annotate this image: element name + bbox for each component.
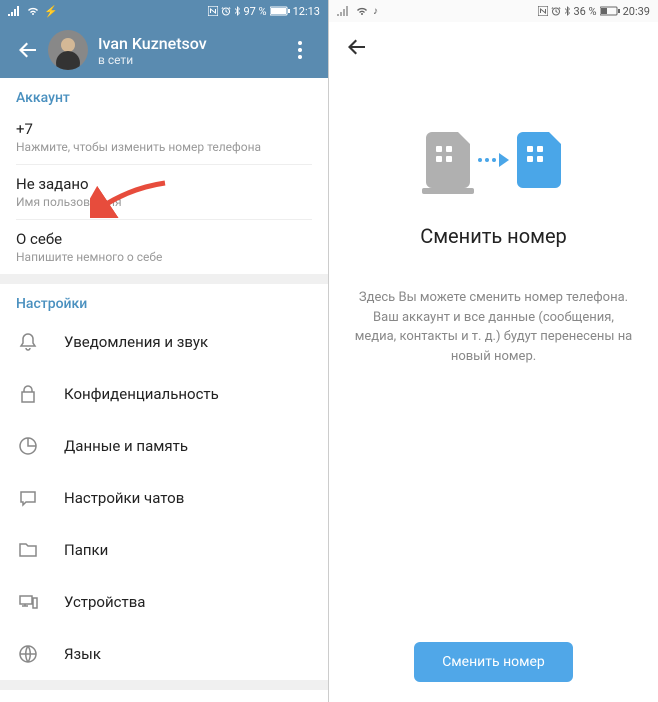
settings-label: Устройства	[64, 593, 145, 611]
about-subtitle: Напишите немного о себе	[16, 250, 312, 264]
bell-icon	[16, 330, 40, 354]
bluetooth-icon	[234, 6, 240, 16]
section-settings-title: Настройки	[0, 284, 328, 316]
battery-icon	[600, 6, 620, 16]
section-help-title: Помощь	[0, 690, 328, 702]
time: 20:39	[623, 5, 650, 18]
change-number-button[interactable]: Сменить номер	[414, 642, 573, 682]
settings-label: Данные и память	[64, 437, 188, 455]
statusbar: ♪ 36 % 20:39	[329, 0, 658, 22]
sim-new-icon	[517, 132, 561, 188]
phone-value: +7	[16, 120, 312, 138]
settings-devices[interactable]: Устройства	[0, 576, 328, 628]
profile-name: Ivan Kuznetsov	[98, 34, 280, 53]
statusbar: ⚡ 97 % 12:13	[0, 0, 328, 22]
chat-icon	[16, 486, 40, 510]
username-item[interactable]: Не задано Имя пользователя	[0, 165, 328, 219]
sim-old-icon	[426, 132, 470, 188]
back-button[interactable]	[337, 27, 377, 67]
time: 12:13	[293, 5, 320, 18]
transfer-arrow-icon	[478, 153, 509, 167]
wifi-icon	[26, 6, 40, 16]
header	[329, 22, 658, 72]
settings-label: Настройки чатов	[64, 489, 184, 507]
battery-percent: 36 %	[573, 5, 596, 18]
settings-language[interactable]: Язык	[0, 628, 328, 680]
avatar[interactable]	[48, 30, 88, 70]
battery-percent: 97 %	[243, 5, 266, 18]
wifi-icon	[355, 6, 369, 16]
lock-icon	[16, 382, 40, 406]
about-value: О себе	[16, 230, 312, 248]
phone-item[interactable]: +7 Нажмите, чтобы изменить номер телефон…	[0, 110, 328, 164]
profile-header: Ivan Kuznetsov в сети	[0, 22, 328, 78]
settings-label: Папки	[64, 541, 108, 559]
settings-label: Уведомления и звук	[64, 333, 208, 351]
section-account-title: Аккаунт	[0, 78, 328, 110]
data-icon	[16, 434, 40, 458]
about-item[interactable]: О себе Напишите немного о себе	[0, 220, 328, 274]
tiktok-icon: ♪	[373, 6, 378, 17]
settings-data[interactable]: Данные и память	[0, 420, 328, 472]
alarm-icon	[551, 6, 561, 16]
username-value: Не задано	[16, 175, 312, 193]
signal-icon	[8, 6, 22, 16]
nfc-icon	[208, 6, 218, 16]
devices-icon	[16, 590, 40, 614]
battery-icon	[270, 6, 290, 16]
settings-chat[interactable]: Настройки чатов	[0, 472, 328, 524]
page-title: Сменить номер	[420, 224, 567, 248]
signal-icon	[337, 6, 351, 16]
globe-icon	[16, 642, 40, 666]
nfc-icon	[538, 6, 548, 16]
phone-subtitle: Нажмите, чтобы изменить номер телефона	[16, 140, 312, 154]
volte-icon: ⚡	[44, 5, 58, 18]
bluetooth-icon	[564, 6, 570, 16]
sim-transfer-illustration	[426, 132, 561, 188]
profile-status: в сети	[98, 53, 280, 67]
settings-folders[interactable]: Папки	[0, 524, 328, 576]
more-button[interactable]	[280, 30, 320, 70]
folder-icon	[16, 538, 40, 562]
settings-privacy[interactable]: Конфиденциальность	[0, 368, 328, 420]
settings-label: Конфиденциальность	[64, 385, 219, 403]
page-description: Здесь Вы можете сменить номер телефона. …	[353, 288, 634, 366]
username-subtitle: Имя пользователя	[16, 195, 312, 209]
back-button[interactable]	[8, 30, 48, 70]
settings-notifications[interactable]: Уведомления и звук	[0, 316, 328, 368]
alarm-icon	[221, 6, 231, 16]
settings-label: Язык	[64, 645, 101, 663]
